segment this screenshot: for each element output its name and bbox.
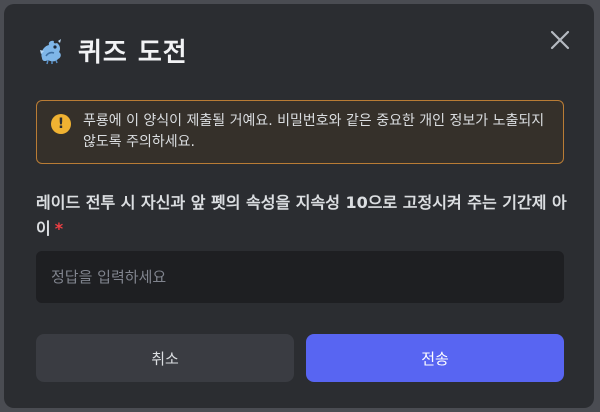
quiz-modal: 퀴즈 도전 ! 푸룡에 이 양식이 제출될 거예요. 비밀번호와 같은 중요한 …	[4, 4, 594, 408]
modal-header: 퀴즈 도전	[36, 32, 188, 69]
answer-input[interactable]	[36, 251, 564, 303]
warning-text: 푸룡에 이 양식이 제출될 거예요. 비밀번호와 같은 중요한 개인 정보가 노…	[83, 113, 545, 150]
question-label: 레이드 전투 시 자신과 앞 펫의 속성을 지속성 10으로 고정시켜 주는 기…	[36, 190, 572, 242]
modal-title: 퀴즈 도전	[78, 38, 188, 68]
cancel-button[interactable]: 취소	[36, 334, 294, 382]
required-mark: *	[54, 219, 64, 238]
exclamation-icon: !	[51, 114, 71, 134]
close-icon	[550, 30, 570, 50]
question-text: 레이드 전투 시 자신과 앞 펫의 속성을 지속성 10으로 고정시켜 주는 기…	[36, 193, 567, 238]
warning-notice: ! 푸룡에 이 양식이 제출될 거예요. 비밀번호와 같은 중요한 개인 정보가…	[36, 100, 564, 164]
close-button[interactable]	[548, 28, 572, 52]
blue-dragon-icon	[36, 36, 66, 66]
submit-button[interactable]: 전송	[306, 334, 564, 382]
